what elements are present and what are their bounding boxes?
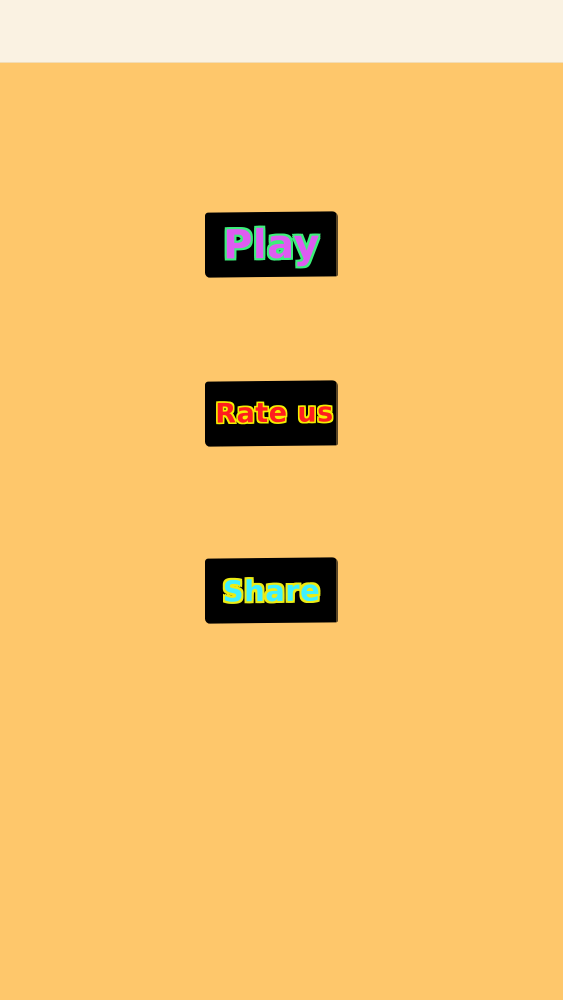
top-bar	[0, 0, 563, 63]
play-button-label: Play	[223, 220, 320, 269]
rate-us-button-label: Rate us	[215, 397, 334, 430]
game-menu-area: Play Rate us Share	[0, 63, 563, 1000]
share-button[interactable]: Share	[205, 557, 338, 624]
share-button-label: Share	[222, 572, 321, 609]
play-button[interactable]: Play	[205, 211, 338, 278]
rate-us-button[interactable]: Rate us	[205, 380, 338, 447]
